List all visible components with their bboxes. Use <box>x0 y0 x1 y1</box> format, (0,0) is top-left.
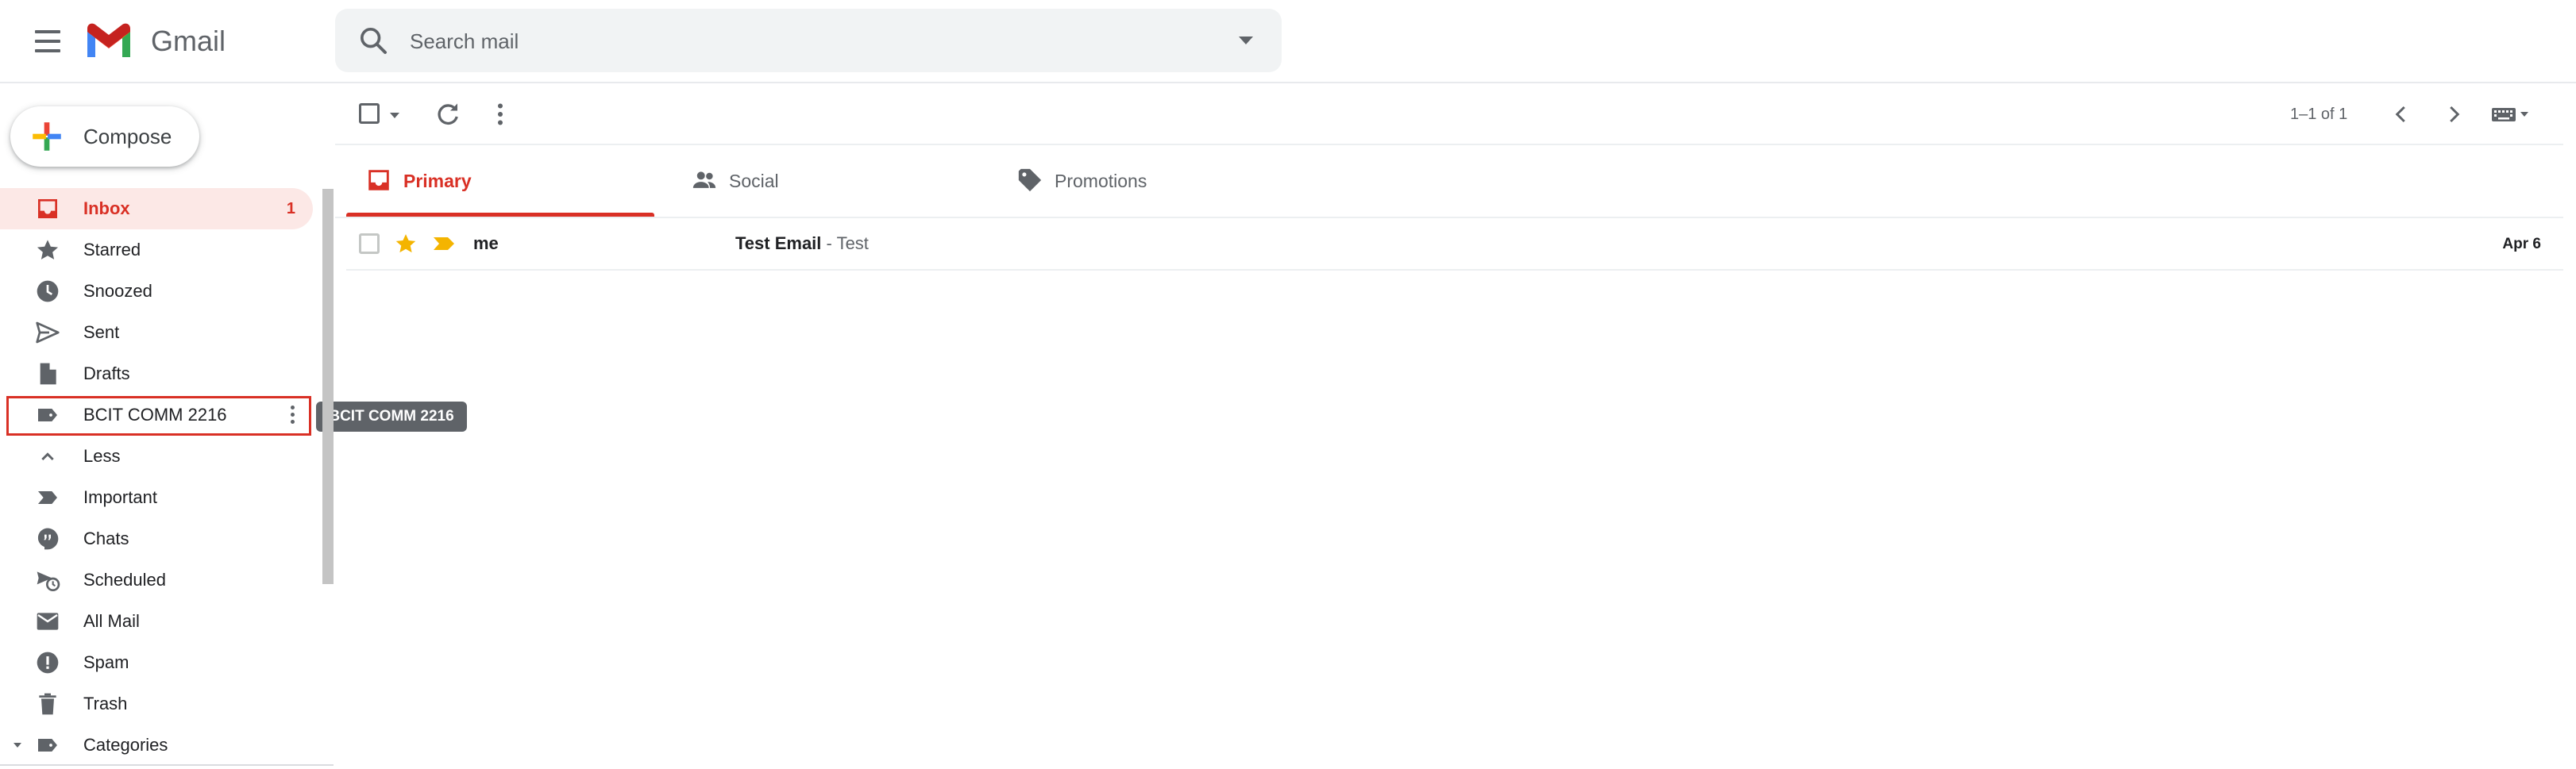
email-row[interactable]: me Test Email - Test Apr 6 <box>346 218 2563 271</box>
sidebar-item-important[interactable]: Important <box>0 477 313 518</box>
sidebar-item-all-mail[interactable]: All Mail <box>0 601 313 642</box>
email-snippet: - Test <box>821 233 869 253</box>
compose-label: Compose <box>83 125 172 148</box>
select-all-checkbox[interactable] <box>359 103 380 124</box>
sidebar-item-label: Snoozed <box>83 281 152 301</box>
trash-icon <box>39 693 56 715</box>
plus-icon <box>33 122 61 151</box>
sidebar-item-label: Less <box>83 446 121 466</box>
star-icon[interactable] <box>394 232 418 256</box>
gmail-logo[interactable] <box>84 21 133 59</box>
sidebar-item-label: Inbox <box>83 198 130 218</box>
search-input[interactable] <box>408 21 1205 61</box>
tab-social[interactable]: Social <box>672 145 983 217</box>
tab-label: Social <box>729 171 779 191</box>
important-icon[interactable] <box>432 235 456 252</box>
sidebar-scrollbar[interactable] <box>322 189 334 584</box>
caret-down-icon[interactable] <box>11 739 24 752</box>
sidebar-item-snoozed[interactable]: Snoozed <box>0 271 313 312</box>
toolbar-divider <box>335 144 2563 145</box>
main-menu-button[interactable] <box>27 22 68 60</box>
important-icon <box>38 491 57 504</box>
chevron-up-icon <box>41 452 54 461</box>
sidebar-item-label: Scheduled <box>83 570 166 590</box>
unread-count: 1 <box>286 200 295 217</box>
sidebar-item-starred[interactable]: Starred <box>0 229 313 271</box>
tag-icon <box>1018 168 1042 192</box>
sidebar-item-spam[interactable]: Spam <box>0 642 313 683</box>
more-options-icon[interactable] <box>486 100 515 129</box>
sidebar-item-chats[interactable]: Chats <box>0 518 313 559</box>
sidebar-item-label: Sent <box>83 322 120 342</box>
clock-icon <box>37 280 59 302</box>
mail-icon <box>37 613 59 630</box>
sidebar-item-label: Drafts <box>83 363 130 383</box>
sidebar-item-label: Starred <box>83 240 141 260</box>
draft-icon <box>40 363 56 385</box>
tab-label: Promotions <box>1055 171 1147 191</box>
send-icon <box>36 321 60 344</box>
sidebar-item-inbox[interactable]: Inbox 1 <box>0 188 313 229</box>
inbox-icon <box>38 199 57 218</box>
search-bar <box>335 9 1282 72</box>
sidebar-item-less[interactable]: Less <box>0 436 313 477</box>
email-subject-line: Test Email - Test <box>735 233 869 255</box>
focus-highlight <box>6 396 311 436</box>
chevron-right-icon[interactable] <box>2439 100 2468 129</box>
sidebar-item-scheduled[interactable]: Scheduled <box>0 559 313 601</box>
sidebar-item-label: Chats <box>83 529 129 548</box>
tab-promotions[interactable]: Promotions <box>997 145 1309 217</box>
sidebar-divider <box>0 764 334 766</box>
header-divider <box>0 82 2576 83</box>
spam-icon <box>37 652 59 674</box>
label-icon <box>38 739 57 752</box>
chevron-left-icon[interactable] <box>2387 100 2416 129</box>
pagination-text: 1–1 of 1 <box>2290 106 2348 123</box>
tab-label: Primary <box>403 171 472 191</box>
sidebar-item-label: All Mail <box>83 611 140 631</box>
sidebar-item-categories[interactable]: Categories <box>0 725 313 766</box>
row-checkbox[interactable] <box>359 233 380 254</box>
keyboard-icon[interactable] <box>2490 103 2532 125</box>
email-sender: me <box>473 233 499 253</box>
scheduled-icon <box>37 571 60 591</box>
sidebar-item-label: Spam <box>83 652 129 672</box>
sidebar-item-label: Trash <box>83 694 128 713</box>
chat-icon <box>37 528 59 550</box>
search-options-icon[interactable] <box>1239 37 1253 44</box>
refresh-icon[interactable] <box>434 100 462 129</box>
sidebar-item-drafts[interactable]: Drafts <box>0 353 313 394</box>
tooltip: BCIT COMM 2216 <box>316 402 467 432</box>
email-subject: Test Email <box>735 233 822 253</box>
sidebar-item-trash[interactable]: Trash <box>0 683 313 725</box>
sidebar-item-label: Important <box>83 487 157 507</box>
sidebar-item-label: Categories <box>83 735 168 755</box>
app-name: Gmail <box>151 25 226 57</box>
email-date: Apr 6 <box>2502 236 2541 252</box>
select-options-icon[interactable] <box>390 113 399 118</box>
compose-button[interactable]: Compose <box>10 106 199 167</box>
search-icon[interactable] <box>357 25 389 56</box>
inbox-icon <box>368 170 389 190</box>
sidebar-item-sent[interactable]: Sent <box>0 312 313 353</box>
star-icon <box>37 240 59 260</box>
tab-primary[interactable]: Primary <box>346 145 657 217</box>
people-icon <box>692 171 716 188</box>
